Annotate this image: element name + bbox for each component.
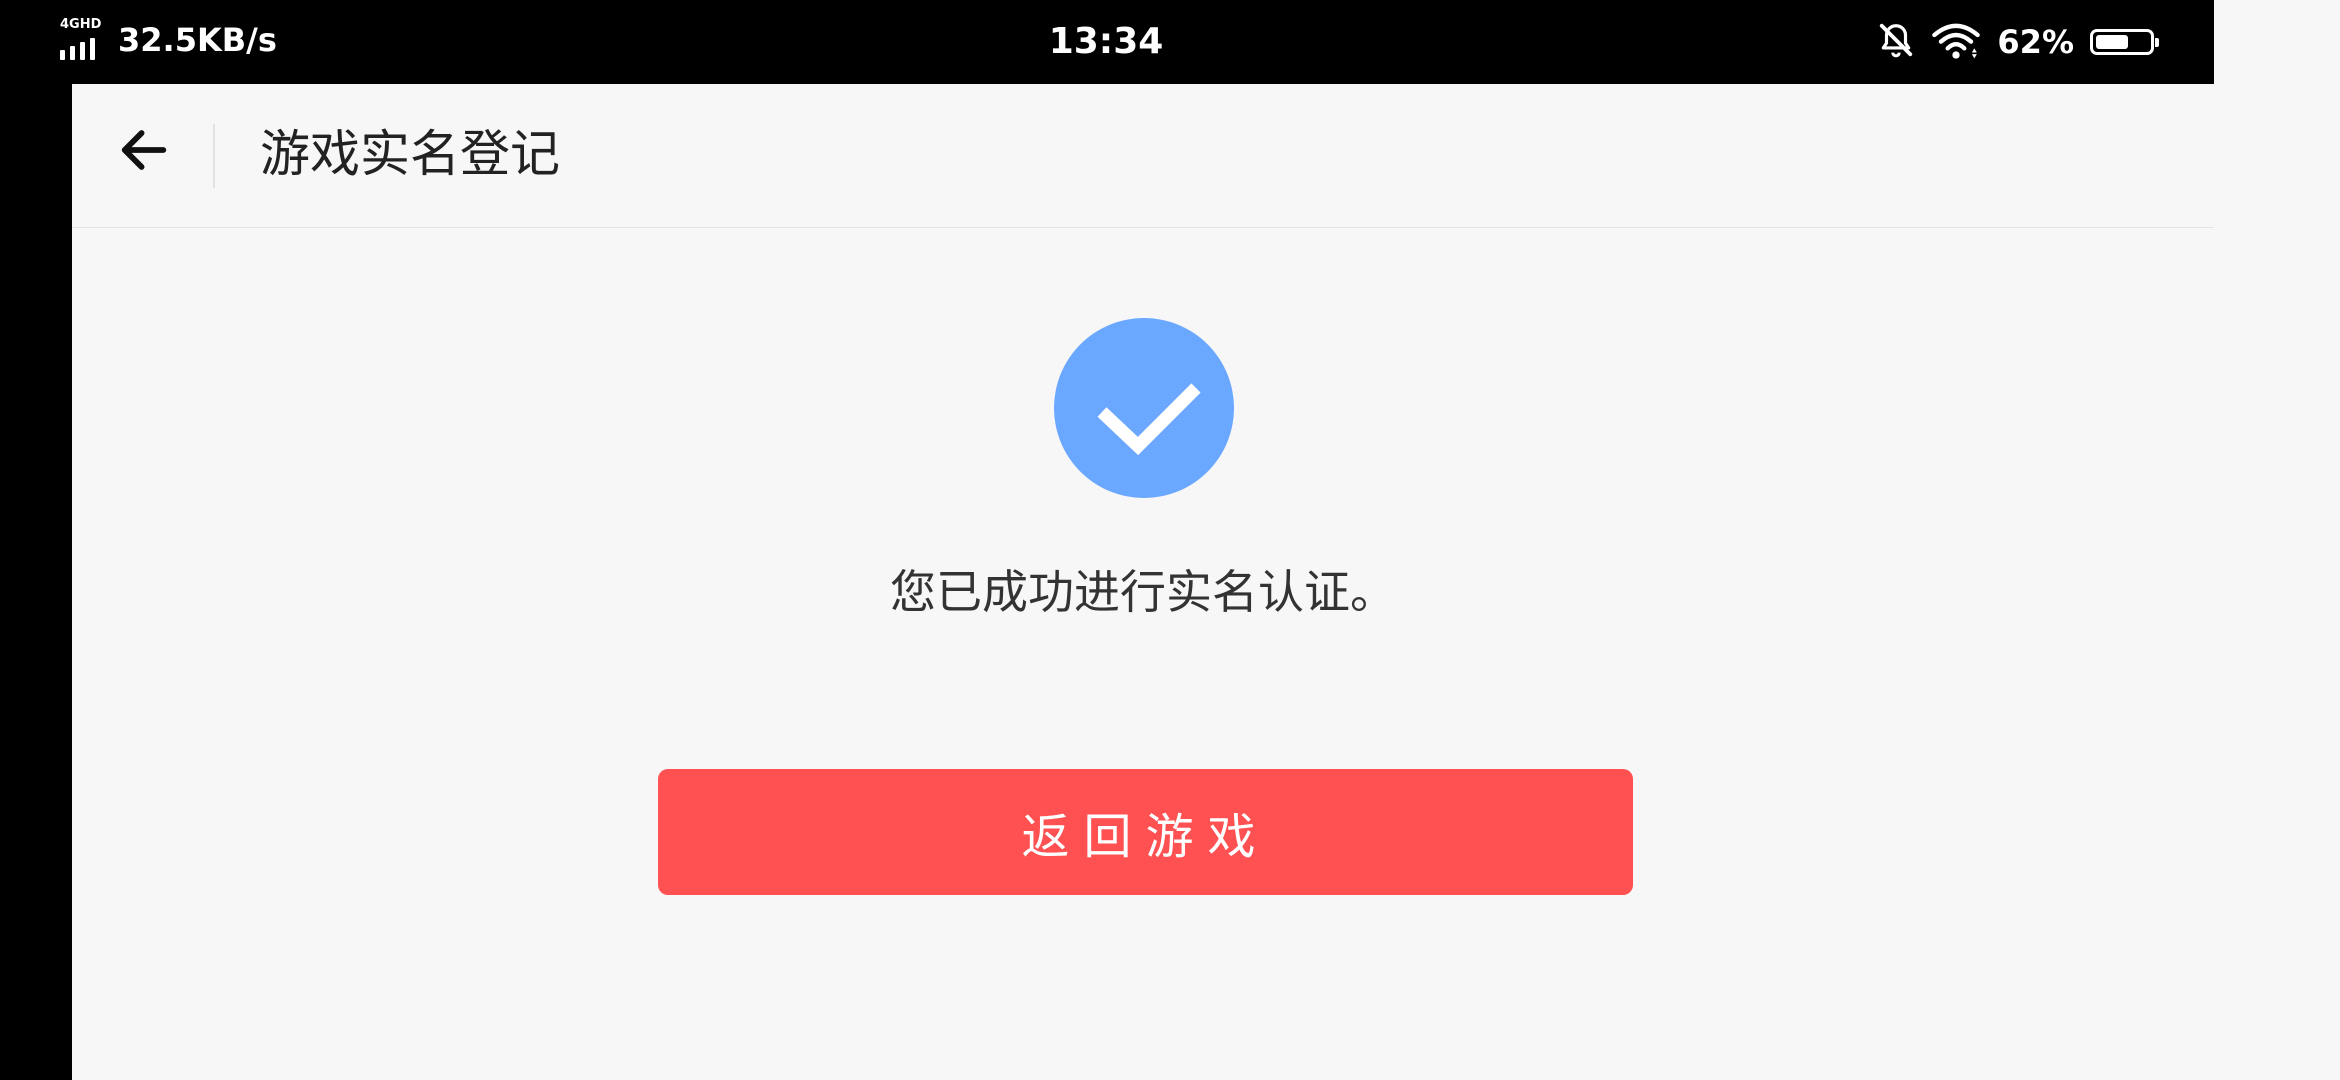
back-button[interactable] xyxy=(108,116,180,188)
status-bar: 4GHD 32.5KB/s 13:34 62% xyxy=(0,0,2214,84)
signal-icon: 4GHD xyxy=(58,18,106,62)
app-window: 游戏实名登记 您已成功进行实名认证。 返回游戏 xyxy=(72,84,2214,1080)
battery-icon xyxy=(2090,29,2159,55)
status-left: 4GHD 32.5KB/s xyxy=(58,18,277,62)
clock: 13:34 xyxy=(1048,21,1164,62)
check-circle-icon xyxy=(1054,318,1234,498)
status-right: 62% xyxy=(1877,20,2159,64)
signal-bars xyxy=(60,38,95,60)
header-bar: 游戏实名登记 xyxy=(72,84,2214,228)
arrow-left-icon xyxy=(115,121,173,183)
signal-bar xyxy=(80,42,85,60)
signal-bar xyxy=(70,46,75,60)
battery-tip xyxy=(2155,38,2159,47)
network-type-label: 4GHD xyxy=(60,17,102,32)
battery-percent: 62% xyxy=(1997,23,2074,61)
battery-fill xyxy=(2096,35,2128,49)
net-speed: 32.5KB/s xyxy=(118,21,277,59)
bell-muted-icon xyxy=(1877,21,1915,63)
right-gutter xyxy=(2214,0,2340,1080)
screen: 4GHD 32.5KB/s 13:34 62% 游戏实名登记 您已成功进行实名认… xyxy=(0,0,2340,1080)
signal-bar xyxy=(60,50,65,60)
success-message: 您已成功进行实名认证。 xyxy=(890,565,1396,619)
page-title: 游戏实名登记 xyxy=(260,125,560,183)
signal-bar xyxy=(90,38,95,60)
wifi-icon xyxy=(1931,20,1981,64)
header-divider xyxy=(213,124,215,188)
return-to-game-button[interactable]: 返回游戏 xyxy=(658,769,1633,895)
